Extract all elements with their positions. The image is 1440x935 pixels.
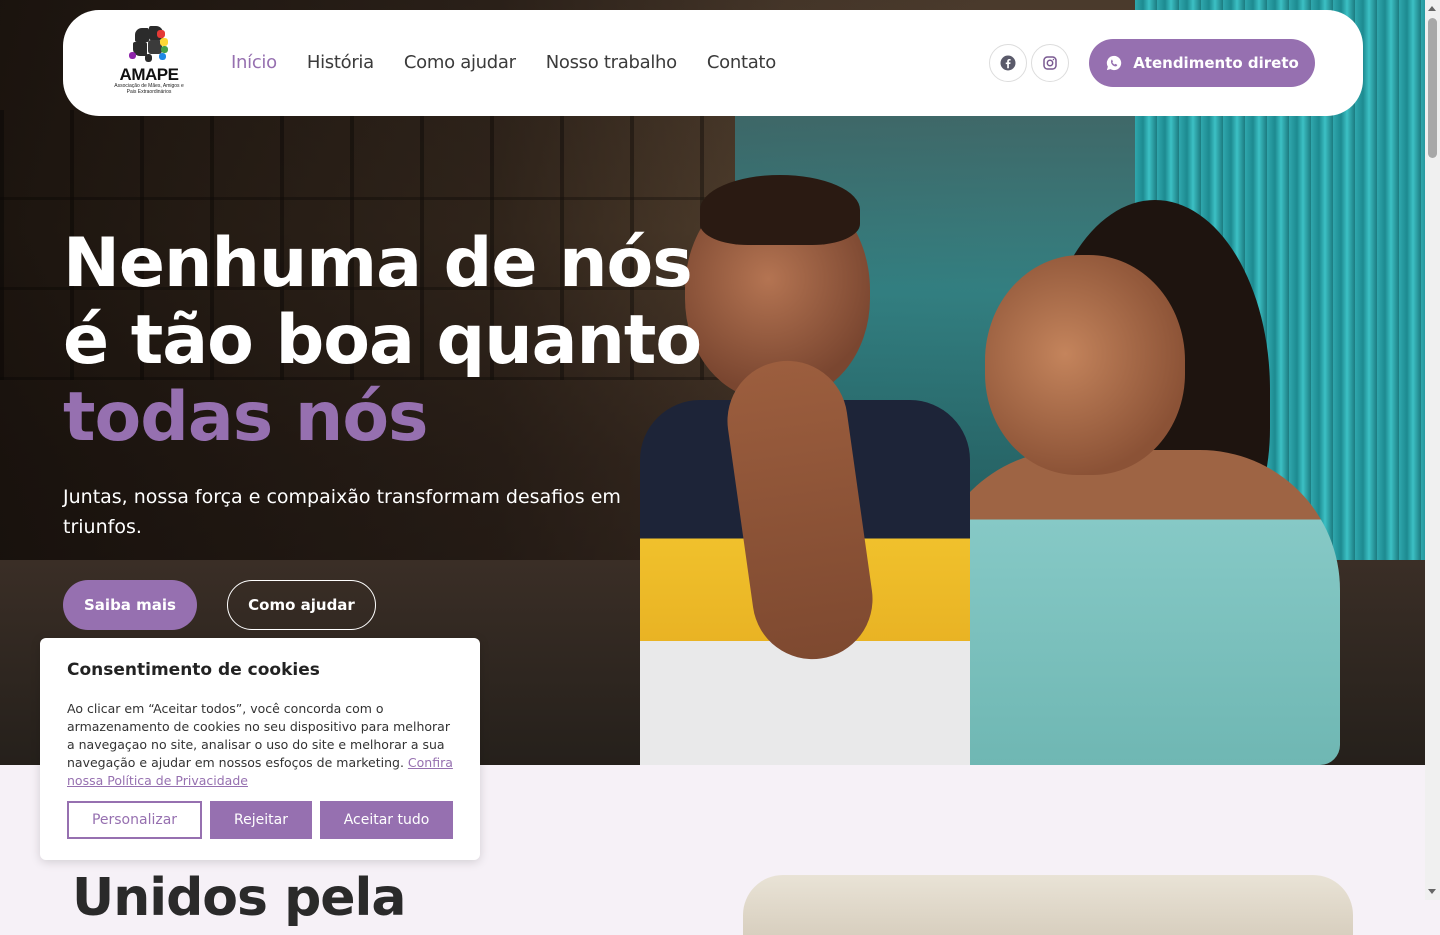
logo-tagline: Associação de Mães, Amigos e Pais Extrao… [114,83,184,95]
nav-item-historia[interactable]: História [307,52,374,73]
cookie-body-text: Ao clicar em “Aceitar todos”, você conco… [67,701,450,770]
instagram-icon [1043,56,1057,70]
facebook-button[interactable] [989,44,1027,82]
cookie-title: Consentimento de cookies [67,660,320,680]
aceitar-tudo-button[interactable]: Aceitar tudo [320,801,453,839]
instagram-button[interactable] [1031,44,1069,82]
nav-item-inicio[interactable]: Início [231,52,277,73]
logo-name: AMAPE [119,65,179,84]
hero-mother-face [985,255,1185,475]
cookie-buttons: Personalizar Rejeitar Aceitar tudo [67,801,453,839]
scrollbar[interactable] [1425,0,1440,900]
atendimento-direto-button[interactable]: Atendimento direto [1089,39,1315,87]
main-menu: Início História Como ajudar Nosso trabal… [231,52,776,73]
hero-headline: Nenhuma de nós é tão boa quanto todas nó… [63,225,763,456]
facebook-icon [1000,55,1016,71]
section-heading: Unidos pela [72,868,406,928]
cookie-consent-dialog: Consentimento de cookies Ao clicar em “A… [40,638,480,860]
logo[interactable]: AMAPE Associação de Mães, Amigos e Pais … [109,24,189,104]
headline-line-2: é tão boa quanto [63,301,702,380]
scrollbar-thumb[interactable] [1428,18,1437,158]
nav-item-nosso-trabalho[interactable]: Nosso trabalho [546,52,677,73]
headline-accent: todas nós [63,378,429,457]
brain-puzzle-icon [129,24,169,64]
nav-item-como-ajudar[interactable]: Como ajudar [404,52,516,73]
personalizar-button[interactable]: Personalizar [67,801,202,839]
headline-line-1: Nenhuma de nós [63,224,693,303]
hero-mother-body [930,450,1340,765]
scroll-down-arrow-icon[interactable] [1428,889,1436,894]
cta-label: Atendimento direto [1133,54,1299,72]
cookie-body: Ao clicar em “Aceitar todos”, você conco… [67,700,453,790]
rejeitar-button[interactable]: Rejeitar [210,801,312,839]
section-image [743,875,1353,935]
hero-subtitle: Juntas, nossa força e compaixão transfor… [63,486,621,538]
whatsapp-icon [1107,55,1122,71]
navbar: AMAPE Associação de Mães, Amigos e Pais … [63,10,1363,116]
como-ajudar-button[interactable]: Como ajudar [227,580,376,630]
scroll-up-arrow-icon[interactable] [1428,6,1436,11]
nav-item-contato[interactable]: Contato [707,52,776,73]
saiba-mais-button[interactable]: Saiba mais [63,580,197,630]
